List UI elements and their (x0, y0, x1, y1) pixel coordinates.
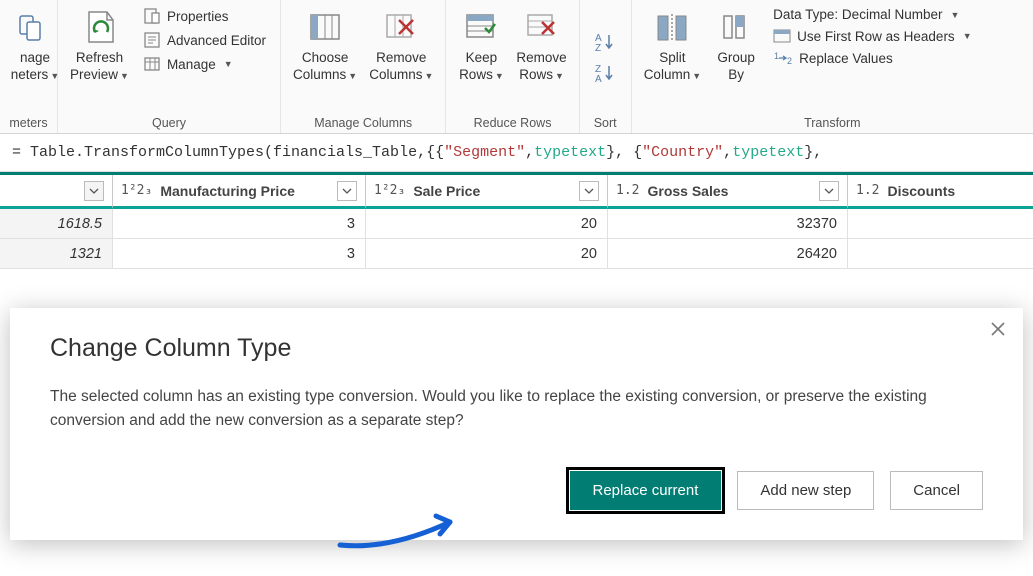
svg-text:A: A (595, 74, 602, 83)
dialog-title: Change Column Type (50, 334, 983, 363)
svg-text:2: 2 (787, 56, 792, 66)
dialog-buttons: Replace current Add new step Cancel (50, 471, 983, 510)
column-header-first[interactable] (0, 175, 113, 209)
data-table: 1²2₃ Manufacturing Price 1²2₃ Sale Price… (0, 172, 1033, 269)
cell: 32370 (608, 209, 848, 239)
label-text: nage (20, 50, 50, 65)
caret-down-icon: ▼ (692, 71, 701, 81)
group-by-icon (718, 6, 754, 50)
table-row[interactable]: 1321 3 20 26420 (0, 239, 1033, 269)
table-header-row: 1²2₃ Manufacturing Price 1²2₃ Sale Price… (0, 175, 1033, 209)
cell: 26420 (608, 239, 848, 269)
keep-rows-icon (463, 6, 499, 50)
change-column-type-dialog: Change Column Type The selected column h… (10, 308, 1023, 540)
chevron-down-icon (824, 188, 834, 194)
caret-down-icon: ▼ (495, 71, 504, 81)
column-header-manufacturing-price[interactable]: 1²2₃ Manufacturing Price (113, 175, 366, 209)
cell: 3 (113, 209, 366, 239)
choose-columns-icon (307, 6, 343, 50)
ribbon-group-query: RefreshPreview▼ Properties Advanced Edit… (58, 0, 281, 133)
filter-button[interactable] (579, 181, 599, 201)
manage-button[interactable]: Manage▼ (139, 54, 270, 74)
group-label: Reduce Rows (452, 114, 572, 131)
dialog-body: The selected column has an existing type… (50, 385, 983, 433)
cell (848, 239, 1033, 269)
caret-down-icon: ▼ (424, 71, 433, 81)
properties-button[interactable]: Properties (139, 6, 270, 26)
add-new-step-button[interactable]: Add new step (737, 471, 874, 510)
remove-columns-button[interactable]: RemoveColumns▼ (363, 4, 439, 86)
ribbon-group-parameters: nageneters▼ meters (0, 0, 58, 133)
caret-down-icon: ▼ (555, 71, 564, 81)
chevron-down-icon (89, 188, 99, 194)
remove-rows-button[interactable]: RemoveRows▼ (510, 4, 572, 86)
filter-button[interactable] (84, 181, 104, 201)
editor-icon (143, 31, 161, 49)
properties-icon (143, 7, 161, 25)
column-header-gross-sales[interactable]: 1.2 Gross Sales (608, 175, 848, 209)
type-icon: 1.2 (616, 183, 639, 198)
ribbon-group-transform: SplitColumn▼ GroupBy Data Type: Decimal … (632, 0, 1033, 133)
filter-button[interactable] (819, 181, 839, 201)
column-header-sale-price[interactable]: 1²2₃ Sale Price (366, 175, 608, 209)
split-column-button[interactable]: SplitColumn▼ (638, 4, 707, 86)
chevron-down-icon (584, 188, 594, 194)
column-header-discounts[interactable]: 1.2 Discounts (848, 175, 1033, 209)
data-type-button[interactable]: Data Type: Decimal Number▼ (769, 6, 975, 23)
table-icon (143, 55, 161, 73)
ribbon: nageneters▼ meters RefreshPreview▼ Prope… (0, 0, 1033, 134)
sort-desc-icon: ZA (593, 63, 617, 83)
chevron-down-icon (342, 188, 352, 194)
filter-button[interactable] (337, 181, 357, 201)
refresh-preview-button[interactable]: RefreshPreview▼ (64, 4, 135, 86)
cell: 3 (113, 239, 366, 269)
type-icon: 1²2₃ (121, 183, 152, 198)
table-row[interactable]: 1618.5 3 20 32370 (0, 209, 1033, 239)
ribbon-group-sort: AZ ZA Sort (580, 0, 632, 133)
ribbon-group-manage-columns: ChooseColumns▼ RemoveColumns▼ Manage Col… (281, 0, 446, 133)
svg-text:Z: Z (595, 43, 601, 52)
cell: 1618.5 (0, 209, 113, 239)
sort-asc-button[interactable]: AZ (593, 32, 617, 55)
replace-icon: 12 (773, 50, 793, 66)
remove-rows-icon (524, 6, 560, 50)
close-icon (989, 320, 1007, 338)
cancel-button[interactable]: Cancel (890, 471, 983, 510)
group-label: Manage Columns (287, 114, 439, 131)
replace-values-button[interactable]: 12 Replace Values (769, 49, 975, 67)
cell (848, 209, 1033, 239)
parameters-icon (18, 6, 52, 50)
caret-down-icon: ▼ (963, 31, 972, 41)
caret-down-icon: ▼ (120, 71, 129, 81)
sort-asc-icon: AZ (593, 32, 617, 52)
caret-down-icon: ▼ (348, 71, 357, 81)
refresh-icon (79, 6, 119, 50)
cell: 20 (366, 209, 608, 239)
group-label: Transform (638, 114, 1027, 131)
first-row-headers-button[interactable]: Use First Row as Headers▼ (769, 27, 975, 45)
sort-desc-button[interactable]: ZA (593, 63, 617, 86)
replace-current-button[interactable]: Replace current (570, 471, 722, 510)
svg-text:1: 1 (774, 51, 779, 61)
group-label: Query (64, 114, 274, 131)
caret-down-icon: ▼ (950, 10, 959, 20)
ribbon-group-reduce-rows: KeepRows▼ RemoveRows▼ Reduce Rows (446, 0, 579, 133)
type-icon: 1.2 (856, 183, 879, 198)
cell: 1321 (0, 239, 113, 269)
split-column-icon (654, 6, 690, 50)
keep-rows-button[interactable]: KeepRows▼ (452, 4, 510, 86)
headers-icon (773, 28, 791, 44)
group-by-button[interactable]: GroupBy (707, 4, 765, 86)
advanced-editor-button[interactable]: Advanced Editor (139, 30, 270, 50)
group-label: Sort (586, 114, 625, 131)
group-label: meters (6, 114, 51, 131)
manage-parameters-button[interactable]: nageneters▼ (6, 4, 64, 86)
formula-bar[interactable]: = Table.TransformColumnTypes(financials_… (0, 134, 1033, 172)
type-icon: 1²2₃ (374, 183, 405, 198)
close-button[interactable] (989, 320, 1007, 341)
caret-down-icon: ▼ (224, 59, 233, 69)
remove-columns-icon (383, 6, 419, 50)
choose-columns-button[interactable]: ChooseColumns▼ (287, 4, 363, 86)
cell: 20 (366, 239, 608, 269)
